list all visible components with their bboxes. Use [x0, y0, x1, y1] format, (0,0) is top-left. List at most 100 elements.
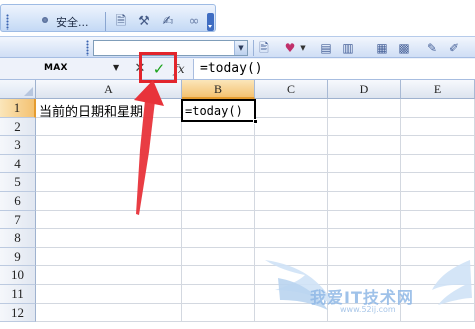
- grid-cell-c8[interactable]: [255, 229, 328, 248]
- row-header-5[interactable]: 5: [0, 173, 36, 192]
- grid-cell-b4[interactable]: [182, 154, 255, 174]
- cell-a1[interactable]: 当前的日期和星期: [39, 101, 143, 120]
- eraser-icon[interactable]: ✐: [446, 40, 462, 56]
- grid-cell-b5[interactable]: [182, 173, 255, 192]
- style-icon[interactable]: 🖹: [256, 40, 272, 56]
- grid-cell-e3[interactable]: [401, 136, 475, 155]
- grid-cell-a10[interactable]: [36, 266, 182, 285]
- grid-cell-a8[interactable]: [36, 229, 182, 248]
- grid-cell-a11[interactable]: [36, 285, 182, 304]
- name-box[interactable]: MAX ▼: [0, 60, 130, 78]
- grid-cell-a9[interactable]: [36, 247, 182, 267]
- grid-cell-b8[interactable]: [182, 229, 255, 248]
- grid-cell-b9[interactable]: [182, 247, 255, 267]
- column-icon[interactable]: ▥: [340, 40, 356, 56]
- row-header-1[interactable]: 1: [0, 99, 36, 118]
- grid-cell-d1[interactable]: [328, 99, 401, 118]
- grid-cell-d6[interactable]: [328, 192, 401, 211]
- bookmark-icon[interactable]: ♥: [282, 40, 298, 56]
- grid-cell-a6[interactable]: [36, 192, 182, 211]
- row-header-2[interactable]: 2: [0, 117, 36, 137]
- grid-cell-e7[interactable]: [401, 210, 475, 230]
- border-icon[interactable]: ▤: [318, 40, 334, 56]
- grid-cell-d7[interactable]: [328, 210, 401, 230]
- grid-cell-e6[interactable]: [401, 192, 475, 211]
- grid-cell-e8[interactable]: [401, 229, 475, 248]
- grid-cell-e2[interactable]: [401, 117, 475, 137]
- row-header-10[interactable]: 10: [0, 266, 36, 285]
- security-toolbar-row: 安全... 🗎 ⚒ ✍ ∞: [0, 0, 475, 36]
- grid-cell-e1[interactable]: [401, 99, 475, 118]
- grid-cell-d5[interactable]: [328, 173, 401, 192]
- row-header-9[interactable]: 9: [0, 247, 36, 267]
- grid-cell-e5[interactable]: [401, 173, 475, 192]
- grid-cell-c7[interactable]: [255, 210, 328, 230]
- grid-cell-c2[interactable]: [255, 117, 328, 137]
- grid-cell-b11[interactable]: [182, 285, 255, 304]
- toolbar-grip-icon[interactable]: [6, 14, 9, 30]
- grid-cell-d4[interactable]: [328, 154, 401, 174]
- grid-cell-c3[interactable]: [255, 136, 328, 155]
- grid-cell-e9[interactable]: [401, 247, 475, 267]
- chevron-down-icon[interactable]: ▼: [113, 63, 119, 72]
- grid-cell-b12[interactable]: [182, 303, 255, 323]
- grid-cell-e10[interactable]: [401, 266, 475, 285]
- grid-cell-b7[interactable]: [182, 210, 255, 230]
- digital-signature-icon[interactable]: ✍: [160, 14, 176, 30]
- grid-cell-d8[interactable]: [328, 229, 401, 248]
- cell-b1-value: =today(): [185, 104, 243, 118]
- grid-cell-d3[interactable]: [328, 136, 401, 155]
- grid-cell-a5[interactable]: [36, 173, 182, 192]
- row-header-12[interactable]: 12: [0, 303, 36, 323]
- select-all-corner[interactable]: [0, 80, 36, 99]
- grid-cell-a7[interactable]: [36, 210, 182, 230]
- formula-input[interactable]: =today(): [193, 59, 475, 79]
- fill-handle[interactable]: [253, 119, 258, 124]
- grid-cell-e4[interactable]: [401, 154, 475, 174]
- format-toolbar: ▼ 🖹 ♥ ▼ ▤ ▥ ▦ ▩ ✎ ✐: [0, 36, 475, 58]
- security-toolbar: 安全... 🗎 ⚒ ✍ ∞: [0, 4, 216, 32]
- chevron-down-icon[interactable]: ▼: [299, 40, 307, 56]
- row-header-4[interactable]: 4: [0, 154, 36, 174]
- row-header-8[interactable]: 8: [0, 229, 36, 248]
- grid-cell-c1[interactable]: [255, 99, 328, 118]
- column-header-b[interactable]: B: [182, 80, 255, 99]
- link-icon[interactable]: ∞: [186, 14, 202, 30]
- grid-cell-c6[interactable]: [255, 192, 328, 211]
- document-lock-icon[interactable]: 🗎: [113, 14, 129, 30]
- table-icon[interactable]: ▦: [374, 40, 390, 56]
- bullet-icon: [42, 17, 48, 23]
- grid-cell-b3[interactable]: [182, 136, 255, 155]
- grid-cell-a2[interactable]: [36, 117, 182, 137]
- cell-b1-active[interactable]: =today(): [181, 99, 256, 122]
- row-header-6[interactable]: 6: [0, 192, 36, 211]
- grid-cell-a4[interactable]: [36, 154, 182, 174]
- grid-cell-b6[interactable]: [182, 192, 255, 211]
- column-header-e[interactable]: E: [401, 80, 475, 99]
- grid-cell-d10[interactable]: [328, 266, 401, 285]
- grid-cell-c5[interactable]: [255, 173, 328, 192]
- watermark-url: www.52ij.com: [340, 305, 396, 314]
- row-header-11[interactable]: 11: [0, 285, 36, 304]
- grid-cell-a12[interactable]: [36, 303, 182, 323]
- grid-cell-d9[interactable]: [328, 247, 401, 267]
- grid-cell-b10[interactable]: [182, 266, 255, 285]
- pen-icon[interactable]: ✎: [424, 40, 440, 56]
- grid-cell-c9[interactable]: [255, 247, 328, 267]
- row-header-3[interactable]: 3: [0, 136, 36, 155]
- grid-cell-a3[interactable]: [36, 136, 182, 155]
- grid-icon[interactable]: ▩: [396, 40, 412, 56]
- row-header-7[interactable]: 7: [0, 210, 36, 230]
- tools-icon[interactable]: ⚒: [136, 14, 152, 30]
- grid-cell-c10[interactable]: [255, 266, 328, 285]
- grid-cell-c4[interactable]: [255, 154, 328, 174]
- grid-cell-d2[interactable]: [328, 117, 401, 137]
- annotation-highlight-box: [139, 52, 177, 83]
- security-button[interactable]: 安全...: [56, 14, 89, 30]
- column-header-c[interactable]: C: [255, 80, 328, 99]
- column-header-d[interactable]: D: [328, 80, 401, 99]
- chevron-down-icon[interactable]: ▼: [234, 41, 247, 55]
- toolbar-grip-icon[interactable]: [86, 40, 89, 56]
- toolbar-options-icon[interactable]: [207, 13, 214, 31]
- toolbar-separator: [105, 12, 106, 31]
